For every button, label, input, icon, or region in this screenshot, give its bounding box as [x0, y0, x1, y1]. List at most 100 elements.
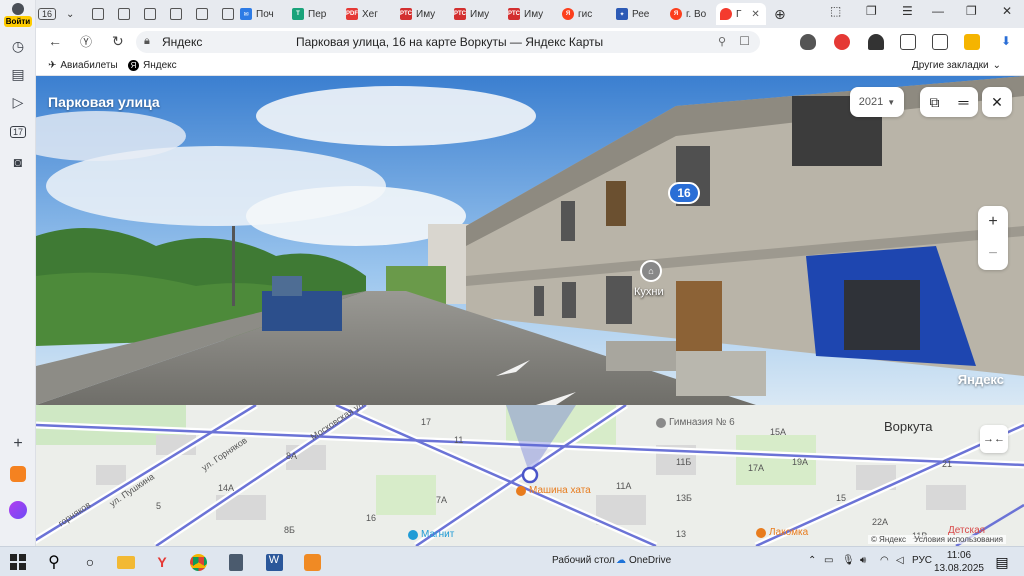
language-indicator[interactable]: РУС	[912, 555, 932, 566]
chrome-icon[interactable]	[188, 552, 208, 572]
year-selector[interactable]: 2021 ▼	[850, 87, 904, 117]
reload-icon[interactable]: ↻	[112, 33, 124, 50]
tab-doc-3[interactable]	[140, 3, 160, 25]
bookmark-icon[interactable]: ☐	[739, 34, 750, 48]
tab-mail[interactable]: ✉ Поч	[236, 3, 278, 25]
chevron-down-icon: ▼	[887, 97, 896, 107]
history-icon[interactable]: ◷	[6, 34, 30, 58]
collections-icon[interactable]	[932, 34, 948, 50]
collapse-map-button[interactable]: →←	[980, 425, 1008, 453]
alice-icon[interactable]	[6, 498, 30, 522]
street-panorama[interactable]: Парковая улица 2021 ▼ ⧉ ═ ✕ + − 16 ⌂ Кух…	[36, 76, 1024, 405]
bookmark-yandex[interactable]: Я Яндекс	[128, 60, 177, 71]
screenshot-icon[interactable]: ◙	[6, 150, 30, 174]
calculator-icon[interactable]	[226, 552, 246, 572]
wifi-icon[interactable]: ◠	[880, 555, 889, 566]
word-icon[interactable]: W	[264, 552, 284, 572]
open-external-icon[interactable]: ⧉	[930, 94, 940, 111]
tab-doc-5[interactable]	[192, 3, 212, 25]
tab-maps-active[interactable]: Г ✕	[716, 3, 766, 25]
yandex-home-icon[interactable]: Ⓨ	[80, 33, 92, 50]
play-icon[interactable]: ▷	[6, 90, 30, 114]
desktop-toolbar-label[interactable]: Рабочий стол	[552, 555, 615, 566]
tab-registry[interactable]: ✦ Рее	[612, 3, 653, 25]
system-clock[interactable]: 11:06 13.08.2025	[934, 549, 984, 575]
add-panel-icon[interactable]: +	[6, 432, 30, 456]
pdf-icon: PDF	[346, 8, 358, 20]
collections-bar-icon[interactable]: ❐	[866, 4, 877, 18]
tab-doc-1[interactable]	[88, 3, 108, 25]
house-number-label: 13Б	[676, 493, 692, 503]
house-number-label: 16	[366, 513, 377, 523]
other-bookmarks[interactable]: Другие закладки ⌄	[912, 60, 1001, 71]
tab-translate[interactable]: T Пер	[288, 3, 330, 25]
location-pin-icon[interactable]: ⚲	[718, 35, 726, 48]
menu-icon[interactable]: ═	[959, 94, 969, 110]
tab-rts-1[interactable]: РТС Иму	[396, 3, 439, 25]
zoom-controls: + −	[978, 206, 1008, 270]
tab-doc-4[interactable]	[166, 3, 186, 25]
extension-icon[interactable]	[834, 34, 850, 50]
microphone-icon[interactable]: 🎙︎	[842, 555, 855, 566]
extensions-puzzle-icon[interactable]	[900, 34, 916, 50]
notes-extension-icon[interactable]	[964, 34, 980, 50]
city-label: Воркута	[884, 419, 933, 434]
restore-icon[interactable]: ❐	[966, 4, 977, 18]
poi-bakery[interactable]: Лакомка	[756, 527, 808, 538]
volume-icon[interactable]: 🔊︎	[860, 555, 866, 566]
file-explorer-icon[interactable]	[116, 552, 136, 572]
url-field[interactable]: 🔒︎ Яндекс Парковая улица, 16 на карте Во…	[136, 31, 760, 53]
notifications-icon[interactable]: ▤	[992, 552, 1012, 572]
tab-doc-2[interactable]	[114, 3, 134, 25]
map-view[interactable]: 17 11 8А 14А 5 8Б 16 11Б 13Б 15А 17А 19А…	[36, 405, 1024, 546]
poi-label[interactable]: Кухни	[634, 286, 664, 298]
poi-marker-icon[interactable]: ⌂	[640, 260, 662, 282]
tab-rts-3[interactable]: РТС Иму	[504, 3, 547, 25]
yandex-services-icon[interactable]	[6, 462, 30, 486]
onedrive-tray[interactable]: ☁ OneDrive	[616, 555, 671, 566]
show-hidden-icons-icon[interactable]: ⌃	[808, 555, 816, 566]
tab-rts-2[interactable]: РТС Иму	[450, 3, 493, 25]
close-panorama-button[interactable]: ✕	[982, 87, 1012, 117]
tab-list-chevron-icon[interactable]: ⌄	[62, 3, 78, 25]
poi-gymnasium[interactable]: Гимназия № 6	[656, 417, 735, 428]
calendar-icon[interactable]: 17	[6, 120, 30, 144]
tab-yandex-gis[interactable]: Ягис	[558, 3, 596, 25]
new-tab-button[interactable]: ⊕	[770, 3, 790, 25]
speaker-icon[interactable]: ◁	[896, 555, 904, 566]
adblock-shield-icon[interactable]	[800, 34, 816, 50]
back-icon[interactable]: ←	[48, 33, 62, 49]
collections-icon[interactable]: ▤	[6, 62, 30, 86]
close-tab-icon[interactable]: ✕	[751, 9, 759, 20]
tab-label: Поч	[256, 8, 274, 20]
vpn-extension-icon[interactable]	[868, 34, 884, 50]
network-icon[interactable]: ▭	[824, 555, 833, 566]
close-window-icon[interactable]: ✕	[1002, 4, 1012, 18]
windows-start-icon[interactable]	[8, 552, 28, 572]
zoom-in-button[interactable]: +	[978, 206, 1008, 238]
poi-shop[interactable]: Магнит	[408, 529, 454, 540]
yandex-browser-icon[interactable]: Y	[152, 552, 172, 572]
house-number-badge[interactable]: 16	[668, 182, 700, 204]
tab-counter[interactable]: 16	[38, 3, 58, 25]
poi-name: Машина хата	[529, 485, 591, 496]
bookmark-flights[interactable]: ✈ Авиабилеты	[48, 60, 118, 71]
cloud-icon: ☁	[616, 555, 626, 566]
download-icon[interactable]: ⬇	[998, 34, 1014, 50]
login-button[interactable]: Войти	[4, 2, 32, 30]
app-icon[interactable]	[302, 552, 322, 572]
tab-pdf[interactable]: PDF Хег	[342, 3, 382, 25]
tab-vorkuta[interactable]: Яг. Во	[666, 3, 710, 25]
copyright-text: © Яндекс	[870, 535, 906, 544]
task-view-icon[interactable]: ○	[80, 552, 100, 572]
zoom-out-button[interactable]: −	[978, 238, 1008, 270]
terms-link[interactable]: Условия использования	[914, 535, 1003, 544]
downloads-tray-icon[interactable]: ☰	[902, 4, 913, 18]
search-icon[interactable]: ⚲	[44, 552, 64, 572]
minimize-icon[interactable]: —	[932, 4, 944, 18]
tab-doc-6[interactable]	[218, 3, 238, 25]
emblem-icon: ✦	[616, 8, 628, 20]
close-icon: ✕	[991, 93, 1003, 110]
poi-cafe[interactable]: Машина хата	[516, 485, 591, 496]
tab-manager-icon[interactable]: ⬚	[830, 4, 841, 18]
